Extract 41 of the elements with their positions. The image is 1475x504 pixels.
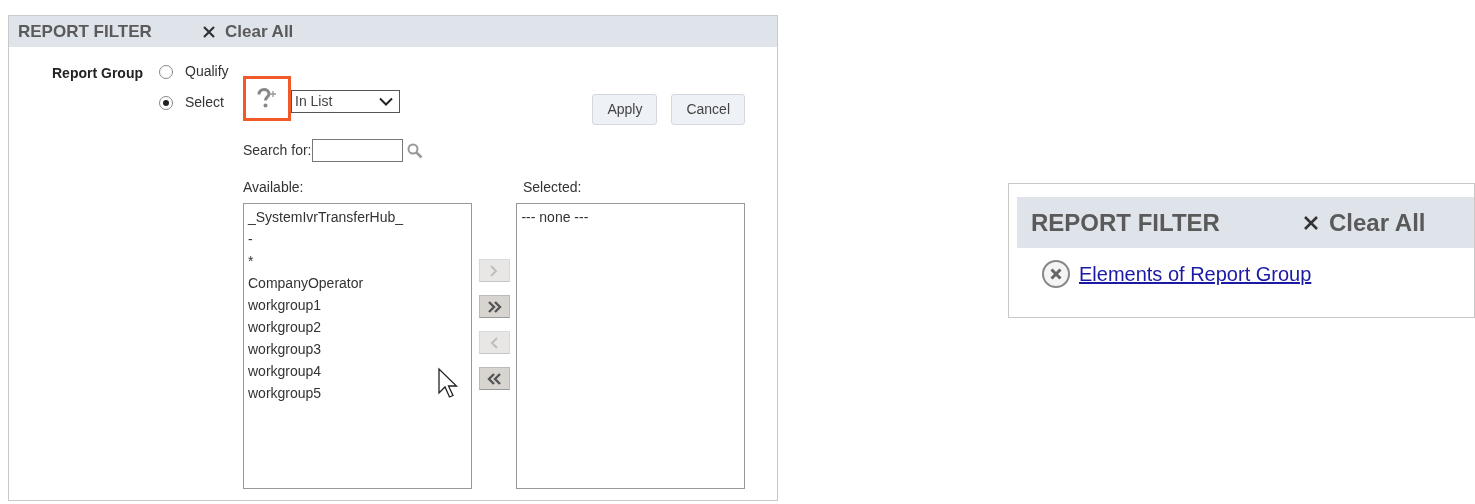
- radio-button[interactable]: [159, 64, 173, 79]
- remove-filter-icon: [1041, 259, 1071, 289]
- cursor-icon: [437, 367, 461, 401]
- double-chevron-right-icon: [486, 299, 502, 314]
- search-icon: [407, 142, 424, 159]
- clear-all-link[interactable]: Clear All: [1303, 204, 1426, 241]
- list-option[interactable]: workgroup2: [248, 316, 467, 338]
- search-label: Search for:: [243, 141, 312, 160]
- selected-label: Selected:: [523, 178, 582, 197]
- list-option[interactable]: workgroup3: [248, 338, 467, 360]
- list-option[interactable]: workgroup5: [248, 382, 467, 404]
- transfer-button[interactable]: [478, 295, 510, 318]
- field-label: Report Group: [51, 64, 144, 83]
- selected-list[interactable]: --- none ---: [516, 203, 745, 489]
- radio-button[interactable]: [159, 95, 173, 110]
- list-option[interactable]: -: [248, 228, 467, 250]
- radio-label: Qualify: [185, 62, 229, 81]
- apply-button[interactable]: Apply: [592, 94, 658, 125]
- available-label: Available:: [243, 178, 305, 197]
- list-option[interactable]: workgroup4: [248, 360, 467, 382]
- list-option[interactable]: CompanyOperator: [248, 272, 467, 294]
- radio-label: Select: [185, 93, 224, 112]
- clear-all-link[interactable]: Clear All: [203, 18, 294, 45]
- close-icon: [203, 25, 215, 38]
- filter-link[interactable]: Elements of Report Group: [1079, 259, 1312, 289]
- available-list[interactable]: _SystemIvrTransferHub_ - * CompanyOperator workgroup1 workgroup2 workgroup3 workgroup4 workgroup5: [243, 203, 472, 489]
- list-option[interactable]: workgroup1: [248, 294, 467, 316]
- help-button[interactable]: [243, 76, 291, 121]
- panel-title: REPORT FILTER: [18, 20, 153, 43]
- list-option[interactable]: --- none ---: [521, 206, 740, 228]
- cancel-button[interactable]: Cancel: [671, 94, 745, 125]
- help-plus-icon: [256, 87, 278, 110]
- close-icon: [1303, 214, 1319, 231]
- list-option[interactable]: _SystemIvrTransferHub_: [248, 206, 467, 228]
- transfer-button[interactable]: [478, 367, 510, 390]
- panel-title: REPORT FILTER: [1031, 207, 1221, 238]
- double-chevron-left-icon: [486, 371, 502, 386]
- list-option[interactable]: *: [248, 250, 467, 272]
- operator-dropdown[interactable]: In List: [291, 90, 400, 113]
- search-field[interactable]: [312, 139, 404, 162]
- chevron-down-icon: [379, 97, 393, 106]
